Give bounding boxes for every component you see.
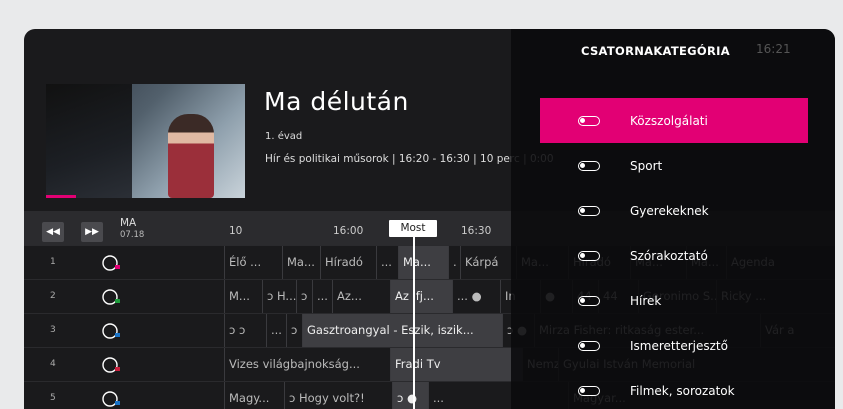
program-cell[interactable]: ...: [312, 280, 332, 313]
program-thumbnail[interactable]: [46, 84, 245, 198]
program-cell[interactable]: Ma...: [398, 246, 448, 279]
m4-sport-hd-logo: [102, 357, 120, 373]
category-label: Szórakoztató: [630, 248, 708, 263]
category-item[interactable]: Sport: [540, 143, 808, 188]
playback-progress: [46, 195, 76, 198]
toggle-icon[interactable]: [578, 160, 600, 171]
news-presenter-image: [168, 114, 214, 198]
panel-title: CSATORNAKATEGÓRIA: [581, 44, 730, 58]
time-tick: 16:00: [333, 225, 364, 237]
duna-world-hd-logo: [102, 391, 120, 407]
program-cell[interactable]: Vizes világbajnokság...: [224, 348, 390, 381]
clock: 16:21: [756, 42, 791, 56]
rewind-button[interactable]: ◀◀: [42, 222, 64, 242]
forward-button[interactable]: ▶▶: [81, 222, 103, 242]
program-cell[interactable]: Az ifj...: [390, 280, 452, 313]
duna-hd-logo: [102, 323, 120, 339]
current-time-line: [413, 237, 415, 409]
toggle-icon[interactable]: [578, 205, 600, 216]
channel-number: 1: [50, 257, 56, 267]
toggle-icon[interactable]: [578, 115, 600, 126]
program-cell[interactable]: Híradó: [320, 246, 376, 279]
category-label: Közszolgálati: [630, 113, 708, 128]
program-cell[interactable]: Magy...: [224, 382, 284, 409]
category-label: Filmek, sorozatok: [630, 383, 735, 398]
channel-number: 5: [50, 393, 56, 403]
program-cell[interactable]: ...: [376, 246, 398, 279]
toggle-icon[interactable]: [578, 385, 600, 396]
toggle-icon[interactable]: [578, 295, 600, 306]
category-item[interactable]: Gyerekeknek: [540, 188, 808, 233]
program-cell[interactable]: ... ●: [452, 280, 500, 313]
category-panel: CSATORNAKATEGÓRIA 16:21 Közszolgálati Spo…: [511, 29, 835, 409]
program-title: Ma délután: [264, 87, 409, 116]
category-item[interactable]: Hírek: [540, 278, 808, 323]
category-item[interactable]: Közszolgálati: [540, 98, 808, 143]
m1-hd-logo: [102, 255, 120, 271]
category-item[interactable]: Ismeretterjesztő: [540, 323, 808, 368]
program-cell[interactable]: Ma...: [282, 246, 320, 279]
category-item[interactable]: Filmek, sorozatok: [540, 368, 808, 409]
category-label: Hírek: [630, 293, 662, 308]
channel-number: 3: [50, 325, 56, 335]
channel-number: 4: [50, 359, 56, 369]
category-label: Ismeretterjesztő: [630, 338, 728, 353]
program-cell[interactable]: Fradi Tv: [390, 348, 522, 381]
program-cell[interactable]: ↄ: [296, 280, 312, 313]
category-item[interactable]: Szórakoztató: [540, 233, 808, 278]
program-cell[interactable]: ↄ Hogy volt?!: [284, 382, 392, 409]
category-label: Sport: [630, 158, 663, 173]
program-cell[interactable]: ...: [266, 314, 286, 347]
program-cell[interactable]: Az...: [332, 280, 390, 313]
studio-camera-image: [46, 84, 132, 198]
tv-guide-screen: Ma délután 1. évad Hír és politikai műso…: [24, 29, 835, 409]
program-cell[interactable]: ↄ: [286, 314, 302, 347]
program-cell[interactable]: .: [448, 246, 460, 279]
timeline-day: MA 07.18: [120, 217, 145, 241]
program-cell[interactable]: M...: [224, 280, 262, 313]
program-season: 1. évad: [265, 131, 303, 142]
program-cell[interactable]: ↄ ●: [392, 382, 428, 409]
program-cell[interactable]: Kárpá: [460, 246, 516, 279]
program-cell[interactable]: Gasztroangyal - Eszik, iszik...: [302, 314, 502, 347]
m2-hd-logo: [102, 289, 120, 305]
program-cell[interactable]: Élő ...: [224, 246, 282, 279]
channel-number: 2: [50, 291, 56, 301]
program-cell[interactable]: ↄ ↄ: [224, 314, 266, 347]
timeline-date: 07.18: [120, 230, 145, 240]
toggle-icon[interactable]: [578, 250, 600, 261]
category-label: Gyerekeknek: [630, 203, 709, 218]
program-cell[interactable]: ↄ H...: [262, 280, 296, 313]
time-tick: 16:30: [461, 225, 492, 237]
time-tick: 10: [229, 225, 243, 237]
toggle-icon[interactable]: [578, 340, 600, 351]
now-button[interactable]: Most: [389, 220, 437, 237]
